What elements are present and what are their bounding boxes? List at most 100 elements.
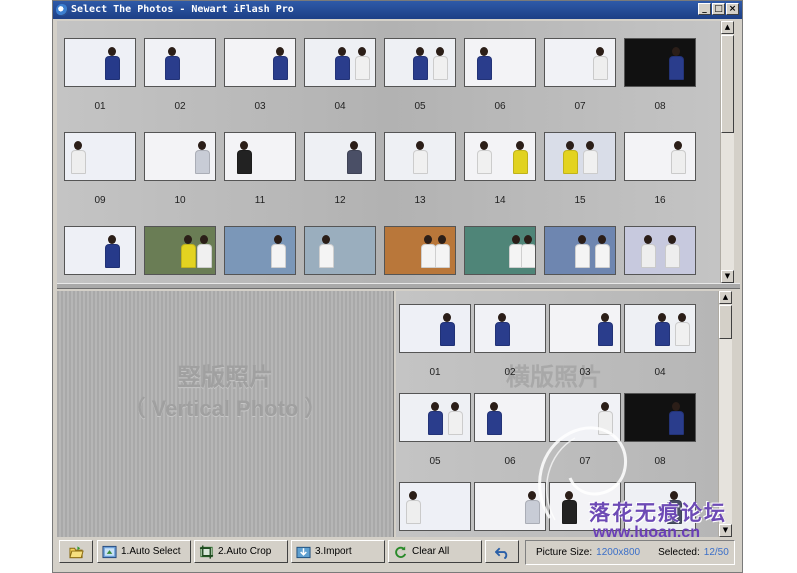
photo-image[interactable] [624, 226, 696, 275]
photo-number: 04 [654, 367, 666, 378]
minimize-button[interactable]: _ [698, 3, 711, 15]
photo-thumbnail[interactable]: 10 [144, 132, 216, 206]
photo-image[interactable] [304, 132, 376, 181]
photo-image[interactable] [304, 38, 376, 87]
top-grid-scrollbar[interactable]: ▲ ▼ [720, 21, 734, 283]
photo-number: 03 [579, 367, 591, 378]
scroll-thumb[interactable] [721, 35, 734, 133]
import-label: 3.Import [315, 546, 352, 557]
clear-all-button[interactable]: Clear All [388, 540, 482, 563]
photo-thumbnail[interactable]: 16 [624, 132, 696, 206]
auto-crop-label: 2.Auto Crop [218, 546, 272, 557]
photo-number: 07 [574, 101, 586, 112]
photo-number: 01 [429, 367, 441, 378]
photo-image[interactable] [224, 226, 296, 275]
photo-thumbnail[interactable]: 04 [304, 38, 376, 112]
photo-thumbnail[interactable]: 02 [474, 304, 546, 378]
selected-label: Selected: [658, 547, 700, 558]
scroll-up-icon[interactable]: ▲ [721, 21, 734, 34]
import-icon [296, 546, 311, 558]
photo-thumbnail[interactable]: 13 [384, 132, 456, 206]
photo-image[interactable] [384, 132, 456, 181]
photo-thumbnail[interactable] [464, 226, 536, 275]
photo-image[interactable] [464, 38, 536, 87]
photo-thumbnail[interactable]: 12 [304, 132, 376, 206]
undo-button[interactable] [485, 540, 519, 563]
open-folder-button[interactable] [59, 540, 93, 563]
photo-thumbnail[interactable]: 02 [144, 38, 216, 112]
photo-image[interactable] [624, 132, 696, 181]
photo-image[interactable] [64, 226, 136, 275]
photo-image[interactable] [64, 132, 136, 181]
pane-splitter[interactable] [57, 283, 740, 289]
photo-number: 03 [254, 101, 266, 112]
photo-thumbnail[interactable]: 03 [549, 304, 621, 378]
photo-thumbnail[interactable] [624, 226, 696, 275]
photo-thumbnail[interactable]: 06 [464, 38, 536, 112]
photo-image[interactable] [624, 304, 696, 353]
photo-image[interactable] [544, 132, 616, 181]
scroll-thumb[interactable] [719, 305, 732, 339]
photo-thumbnail[interactable]: 01 [64, 38, 136, 112]
scroll-down-icon[interactable]: ▼ [721, 270, 734, 283]
close-button[interactable]: × [726, 3, 739, 15]
photo-image[interactable] [624, 38, 696, 87]
photo-image[interactable] [64, 38, 136, 87]
photo-image[interactable] [144, 226, 216, 275]
photo-thumbnail[interactable]: 08 [624, 38, 696, 112]
photo-number: 09 [94, 195, 106, 206]
photo-thumbnail[interactable] [544, 226, 616, 275]
photo-image[interactable] [464, 226, 536, 275]
photo-thumbnail[interactable]: 15 [544, 132, 616, 206]
photo-thumbnail[interactable]: 09 [64, 132, 136, 206]
photo-image[interactable] [144, 38, 216, 87]
photo-thumbnail[interactable] [64, 226, 136, 275]
photo-thumbnail[interactable]: 14 [464, 132, 536, 206]
photo-thumbnail[interactable]: 11 [224, 132, 296, 206]
undo-icon [494, 547, 507, 559]
photo-thumbnail[interactable] [224, 226, 296, 275]
vertical-photo-pane[interactable]: 竪版照片 （ Vertical Photo ） [57, 291, 394, 537]
status-panel: Picture Size: 1200x800 Selected: 12/50 [525, 540, 735, 565]
photo-thumbnail[interactable]: 05 [384, 38, 456, 112]
photo-image[interactable] [549, 304, 621, 353]
photo-image[interactable] [544, 226, 616, 275]
photo-image[interactable] [304, 226, 376, 275]
photo-image[interactable] [399, 304, 471, 353]
photo-image[interactable] [384, 226, 456, 275]
photo-thumbnail[interactable]: 04 [624, 304, 696, 378]
photo-thumbnail[interactable]: 03 [224, 38, 296, 112]
photo-number: 02 [504, 367, 516, 378]
photo-thumbnail[interactable] [144, 226, 216, 275]
scroll-up-icon[interactable]: ▲ [719, 291, 732, 304]
photo-image[interactable] [399, 393, 471, 442]
auto-select-button[interactable]: 1.Auto Select [97, 540, 191, 563]
window-controls: _ □ × [698, 3, 739, 15]
photo-number: 13 [414, 195, 426, 206]
refresh-icon [395, 545, 407, 558]
photo-number: 16 [654, 195, 666, 206]
photo-image[interactable] [144, 132, 216, 181]
auto-crop-button[interactable]: 2.Auto Crop [194, 540, 288, 563]
photo-image[interactable] [399, 482, 471, 531]
photo-thumbnail[interactable]: 07 [544, 38, 616, 112]
photo-thumbnail[interactable] [384, 226, 456, 275]
photo-number: 06 [494, 101, 506, 112]
app-icon [56, 4, 68, 16]
photo-thumbnail[interactable]: 05 [399, 393, 471, 467]
import-button[interactable]: 3.Import [291, 540, 385, 563]
photo-image[interactable] [474, 304, 546, 353]
photo-number: 15 [574, 195, 586, 206]
photo-thumbnail[interactable]: 01 [399, 304, 471, 378]
photo-image[interactable] [464, 132, 536, 181]
photo-number: 14 [494, 195, 506, 206]
photo-image[interactable] [224, 38, 296, 87]
photo-thumbnail[interactable] [399, 482, 471, 531]
photo-image[interactable] [384, 38, 456, 87]
photo-thumbnail[interactable] [304, 226, 376, 275]
auto-select-label: 1.Auto Select [121, 546, 181, 557]
photo-image[interactable] [224, 132, 296, 181]
maximize-button[interactable]: □ [712, 3, 725, 15]
photo-number: 12 [334, 195, 346, 206]
photo-image[interactable] [544, 38, 616, 87]
